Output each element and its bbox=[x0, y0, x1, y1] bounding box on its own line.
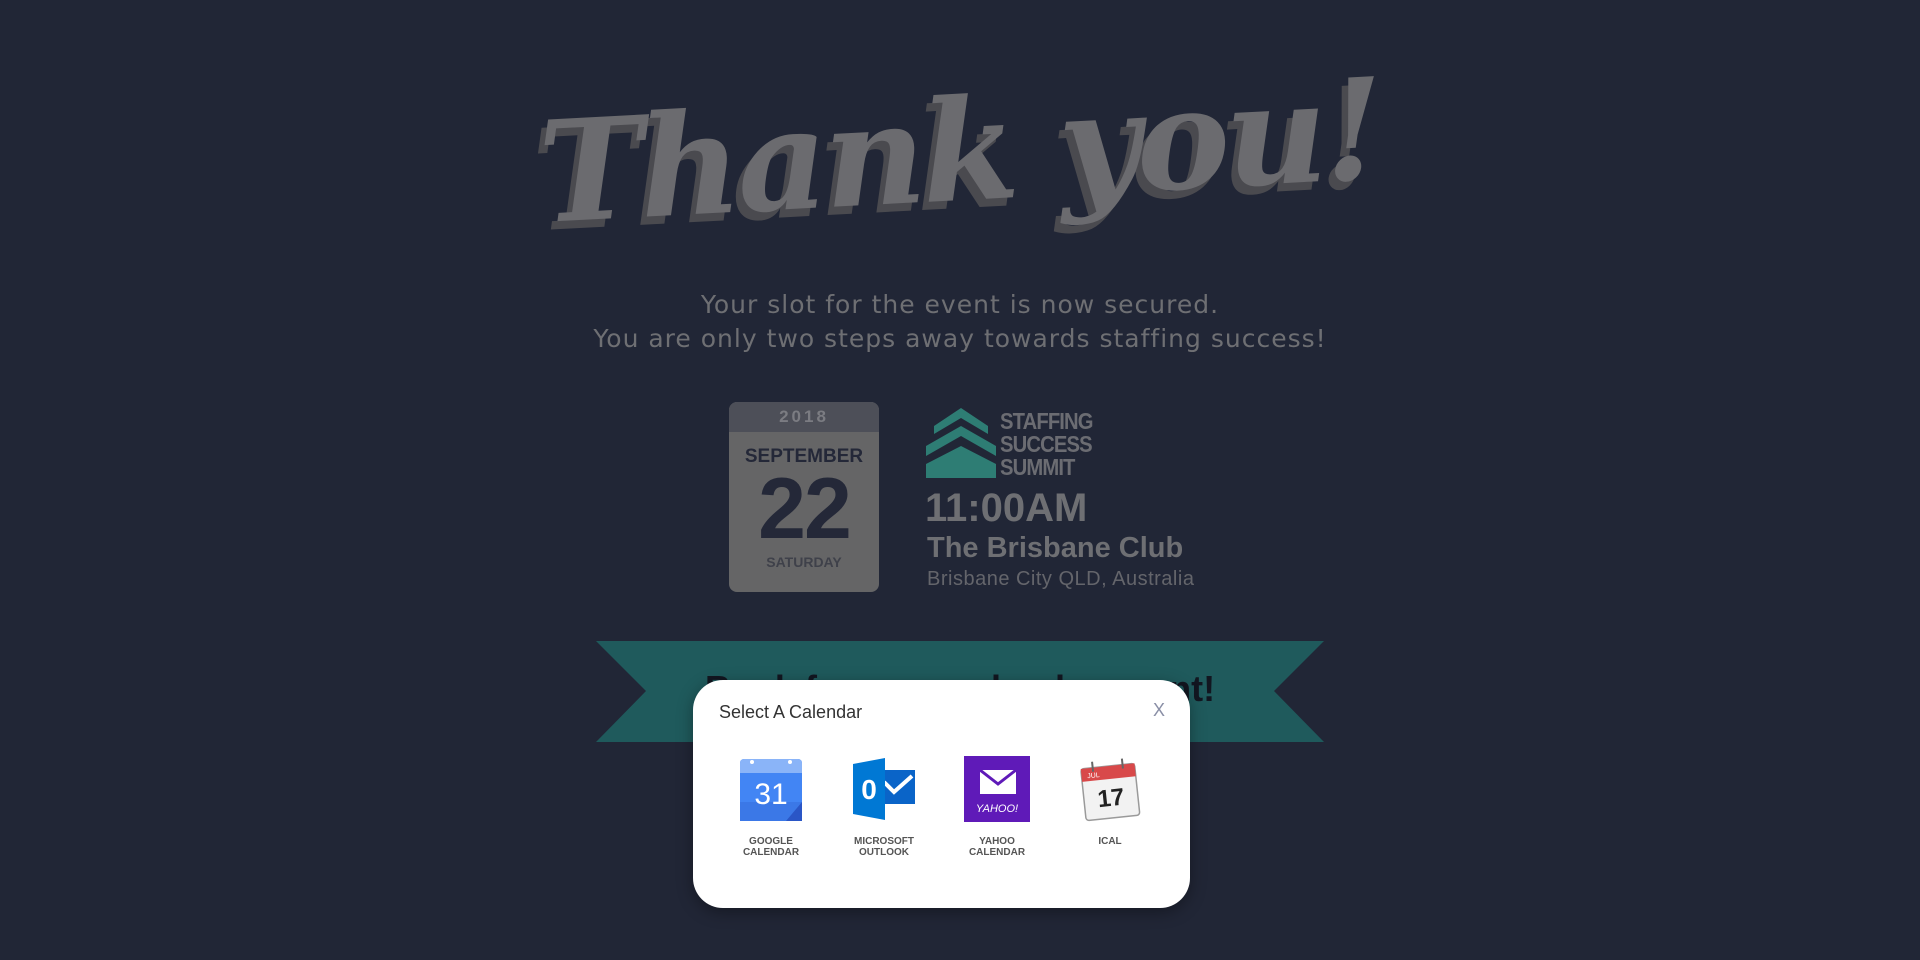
microsoft-outlook-label: MICROSOFT OUTLOOK bbox=[854, 836, 914, 858]
outlook-icon: 0 bbox=[853, 758, 915, 820]
subtitle-line-1: Your slot for the event is now secured. bbox=[700, 290, 1220, 319]
google-calendar-glyph: 31 bbox=[754, 778, 787, 811]
yahoo-calendar-icon: YAHOO! bbox=[964, 756, 1030, 822]
logo-wordmark: STAFFING SUCCESS SUMMIT bbox=[1000, 408, 1094, 480]
yahoo-glyph: YAHOO! bbox=[976, 803, 1018, 815]
event-day: 22 bbox=[758, 461, 852, 557]
event-time: 11:00AM bbox=[925, 486, 1088, 530]
close-button[interactable]: X bbox=[1153, 700, 1165, 721]
google-calendar-icon: 31 bbox=[740, 759, 802, 821]
yahoo-calendar-label: YAHOO CALENDAR bbox=[968, 836, 1026, 858]
yahoo-calendar-option[interactable]: YAHOO! YAHOO CALENDAR bbox=[951, 756, 1043, 858]
ical-month-glyph: JUL bbox=[1087, 772, 1100, 780]
ical-icon: JUL 17 bbox=[1080, 758, 1141, 822]
chevron-stack-icon bbox=[926, 408, 996, 478]
google-calendar-option[interactable]: 31 GOOGLE CALENDAR bbox=[725, 756, 817, 858]
select-calendar-modal: Select A Calendar X 31 GOOGLE CALENDAR 0… bbox=[693, 680, 1190, 908]
event-year: 2018 bbox=[729, 402, 879, 432]
ical-label: ICAL bbox=[1098, 836, 1122, 847]
ical-glyph: 17 bbox=[1096, 784, 1125, 814]
logo-line-3: SUMMIT bbox=[1000, 454, 1075, 480]
logo-line-1: STAFFING bbox=[1000, 408, 1094, 434]
event-venue: The Brisbane Club bbox=[927, 532, 1184, 564]
modal-title: Select A Calendar bbox=[719, 702, 863, 722]
event-location: Brisbane City QLD, Australia bbox=[927, 568, 1195, 590]
thank-you-heading: Thank you! bbox=[535, 48, 1385, 256]
staffing-success-summit-logo: STAFFING SUCCESS SUMMIT bbox=[926, 404, 1106, 480]
event-date-tile: 2018 SEPTEMBER 22 SATURDAY bbox=[729, 402, 879, 592]
google-calendar-label: GOOGLE CALENDAR bbox=[742, 836, 800, 858]
ical-option[interactable]: JUL 17 ICAL bbox=[1064, 756, 1156, 847]
subtitle-line-2: You are only two steps away towards staf… bbox=[593, 324, 1327, 353]
outlook-glyph: 0 bbox=[861, 774, 877, 805]
event-weekday: SATURDAY bbox=[766, 554, 842, 570]
logo-line-2: SUCCESS bbox=[1000, 431, 1093, 457]
microsoft-outlook-option[interactable]: 0 MICROSOFT OUTLOOK bbox=[838, 756, 930, 858]
